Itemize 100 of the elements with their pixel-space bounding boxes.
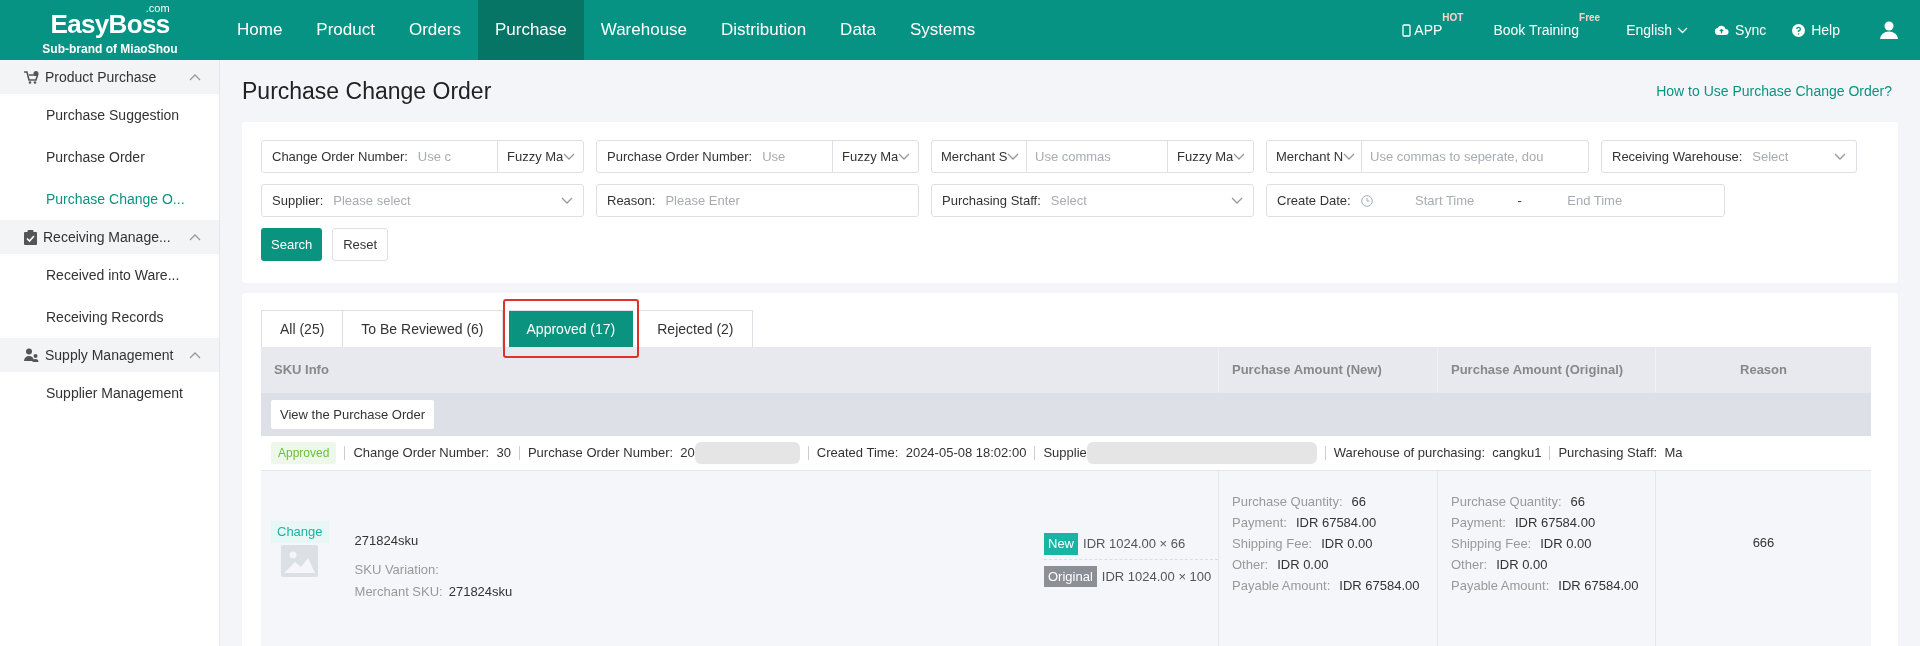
amount-line: Payable Amount: IDR 67584.00 — [1451, 577, 1640, 595]
amount-line: Payment: IDR 67584.00 — [1232, 514, 1378, 532]
match-dropdown[interactable]: Fuzzy Ma — [832, 141, 918, 172]
image-placeholder-icon — [281, 544, 319, 577]
page-title: Purchase Change Order — [242, 76, 492, 106]
amount-line: Other: IDR 0.00 — [1232, 556, 1330, 574]
change-tag: Change — [271, 521, 329, 543]
price-badge: New — [1044, 533, 1078, 555]
sidebar-item[interactable]: Purchase Order — [0, 136, 219, 178]
filter-label: Create Date: — [1276, 191, 1352, 210]
sidebar-item[interactable]: Received into Ware... — [0, 254, 219, 296]
hot-label: HOT — [1442, 12, 1464, 23]
cart-icon — [24, 70, 39, 84]
tab[interactable]: Rejected (2) — [639, 310, 753, 347]
nav-tab[interactable]: Data — [823, 0, 894, 60]
match-dropdown[interactable]: Fuzzy Ma — [1167, 141, 1253, 172]
amount-line: Purchase Quantity: 66 — [1232, 493, 1368, 511]
filter-label: Purchase Order Number: — [606, 147, 754, 166]
chevron-icon — [561, 196, 573, 205]
filter-label: Reason: — [606, 191, 657, 210]
sku-name: 271824sku — [354, 532, 420, 550]
date-field[interactable]: End Time — [1534, 190, 1655, 211]
help-icon — [1792, 23, 1806, 37]
people-icon — [24, 348, 39, 362]
amount-line: Purchase Quantity: 66 — [1451, 493, 1587, 511]
price-badge: Original — [1044, 565, 1097, 587]
sidebar-group[interactable]: Product Purchase — [0, 60, 219, 94]
sidebar-item[interactable]: Purchase Suggestion — [0, 94, 219, 136]
field-dropdown[interactable]: Merchant N — [1267, 141, 1362, 172]
nav-tab[interactable]: Home — [220, 0, 300, 60]
nav-tab[interactable]: Distribution — [704, 0, 824, 60]
view-order-button[interactable]: View the Purchase Order — [271, 400, 434, 429]
sync-button[interactable]: Sync — [1714, 19, 1767, 41]
nav-tab[interactable]: Product — [299, 0, 392, 60]
order-info-field: Purchase Order Number: 20 — [527, 443, 695, 463]
chevron-icon — [1834, 152, 1846, 161]
input-field[interactable]: Use commas — [1027, 146, 1167, 167]
search-button[interactable]: Search — [261, 228, 323, 261]
chevron-icon — [1007, 152, 1020, 161]
order-info-field: Change Order Number: 30 — [353, 443, 511, 463]
chevron-icon — [189, 233, 201, 241]
user-button[interactable] — [1880, 21, 1898, 39]
field-dropdown[interactable]: Merchant S — [932, 141, 1027, 172]
nav-tab[interactable]: Purchase — [477, 0, 584, 60]
status-badge: Approved — [271, 442, 337, 464]
help-button[interactable]: Help — [1792, 19, 1840, 41]
select-field[interactable]: Select — [1752, 146, 1856, 167]
clipboard-icon — [24, 229, 37, 245]
field-label: Merchant SKU: — [354, 583, 443, 601]
amount-line: Payable Amount: IDR 67584.00 — [1232, 577, 1421, 595]
language-dropdown[interactable]: English — [1626, 19, 1689, 41]
field-value: 271824sku — [448, 583, 513, 601]
training-link[interactable]: Book Training — [1493, 19, 1580, 41]
logo-tagline: Sub-brand of MiaoShou — [42, 40, 178, 58]
chevron-icon — [189, 73, 201, 81]
user-icon — [1880, 21, 1898, 39]
sidebar-group[interactable]: Receiving Manage... — [0, 220, 219, 254]
column-header: SKU Info — [273, 361, 330, 380]
reset-button[interactable]: Reset — [332, 228, 389, 261]
tab[interactable]: Approved (17) — [508, 310, 634, 347]
select-field[interactable]: Select — [1050, 190, 1253, 211]
nav-tab[interactable]: Orders — [391, 0, 478, 60]
sidebar-item[interactable]: Purchase Change O... — [0, 178, 219, 220]
input-field[interactable]: Use commas to seperate, dou — [1362, 146, 1588, 167]
app-link[interactable]: APP — [1402, 19, 1443, 41]
cloud-icon — [1714, 24, 1730, 36]
match-dropdown[interactable]: Fuzzy Ma — [497, 141, 583, 172]
sidebar-item[interactable]: Supplier Management — [0, 372, 219, 414]
reason-text: 666 — [1752, 534, 1775, 551]
chevron-icon — [1233, 152, 1246, 161]
variation-label: SKU Variation: — [354, 560, 440, 579]
chevron-icon — [1677, 26, 1689, 34]
tab[interactable]: To Be Reviewed (6) — [343, 310, 503, 347]
logo-suffix: .com — [145, 2, 170, 14]
chevron-icon — [563, 152, 576, 161]
filter-label: Purchasing Staff: — [941, 191, 1042, 210]
tab[interactable]: All (25) — [261, 310, 344, 347]
input-field[interactable]: Please Enter — [665, 190, 918, 211]
clock-icon — [1360, 194, 1373, 207]
input-field[interactable]: Use — [762, 146, 832, 167]
order-info-field: Warehouse of purchasing: cangku1 — [1333, 443, 1542, 463]
nav-tab[interactable]: Systems — [893, 0, 993, 60]
input-field[interactable]: Use c — [417, 146, 497, 167]
chevron-icon — [898, 152, 911, 161]
sidebar-group[interactable]: Supply Management — [0, 338, 219, 372]
chevron-icon — [189, 351, 201, 359]
range-separator: - — [1516, 191, 1523, 210]
order-info-field: Created Time: 2024-05-08 18:02:00 — [816, 443, 1027, 463]
chevron-icon — [1343, 152, 1356, 161]
help-link[interactable]: How to Use Purchase Change Order? — [1656, 80, 1892, 102]
select-field[interactable]: Please select — [333, 190, 583, 211]
free-label: Free — [1579, 12, 1601, 23]
date-field[interactable]: Start Time — [1384, 190, 1505, 211]
chevron-icon — [1231, 196, 1243, 205]
amount-line: Other: IDR 0.00 — [1451, 556, 1549, 574]
sidebar-item[interactable]: Receiving Records — [0, 296, 219, 338]
amount-line: Shipping Fee: IDR 0.00 — [1232, 535, 1374, 553]
nav-tab[interactable]: Warehouse — [583, 0, 705, 60]
filter-label: Supplier: — [271, 191, 325, 210]
filter-label: Receiving Warehouse: — [1611, 147, 1744, 166]
